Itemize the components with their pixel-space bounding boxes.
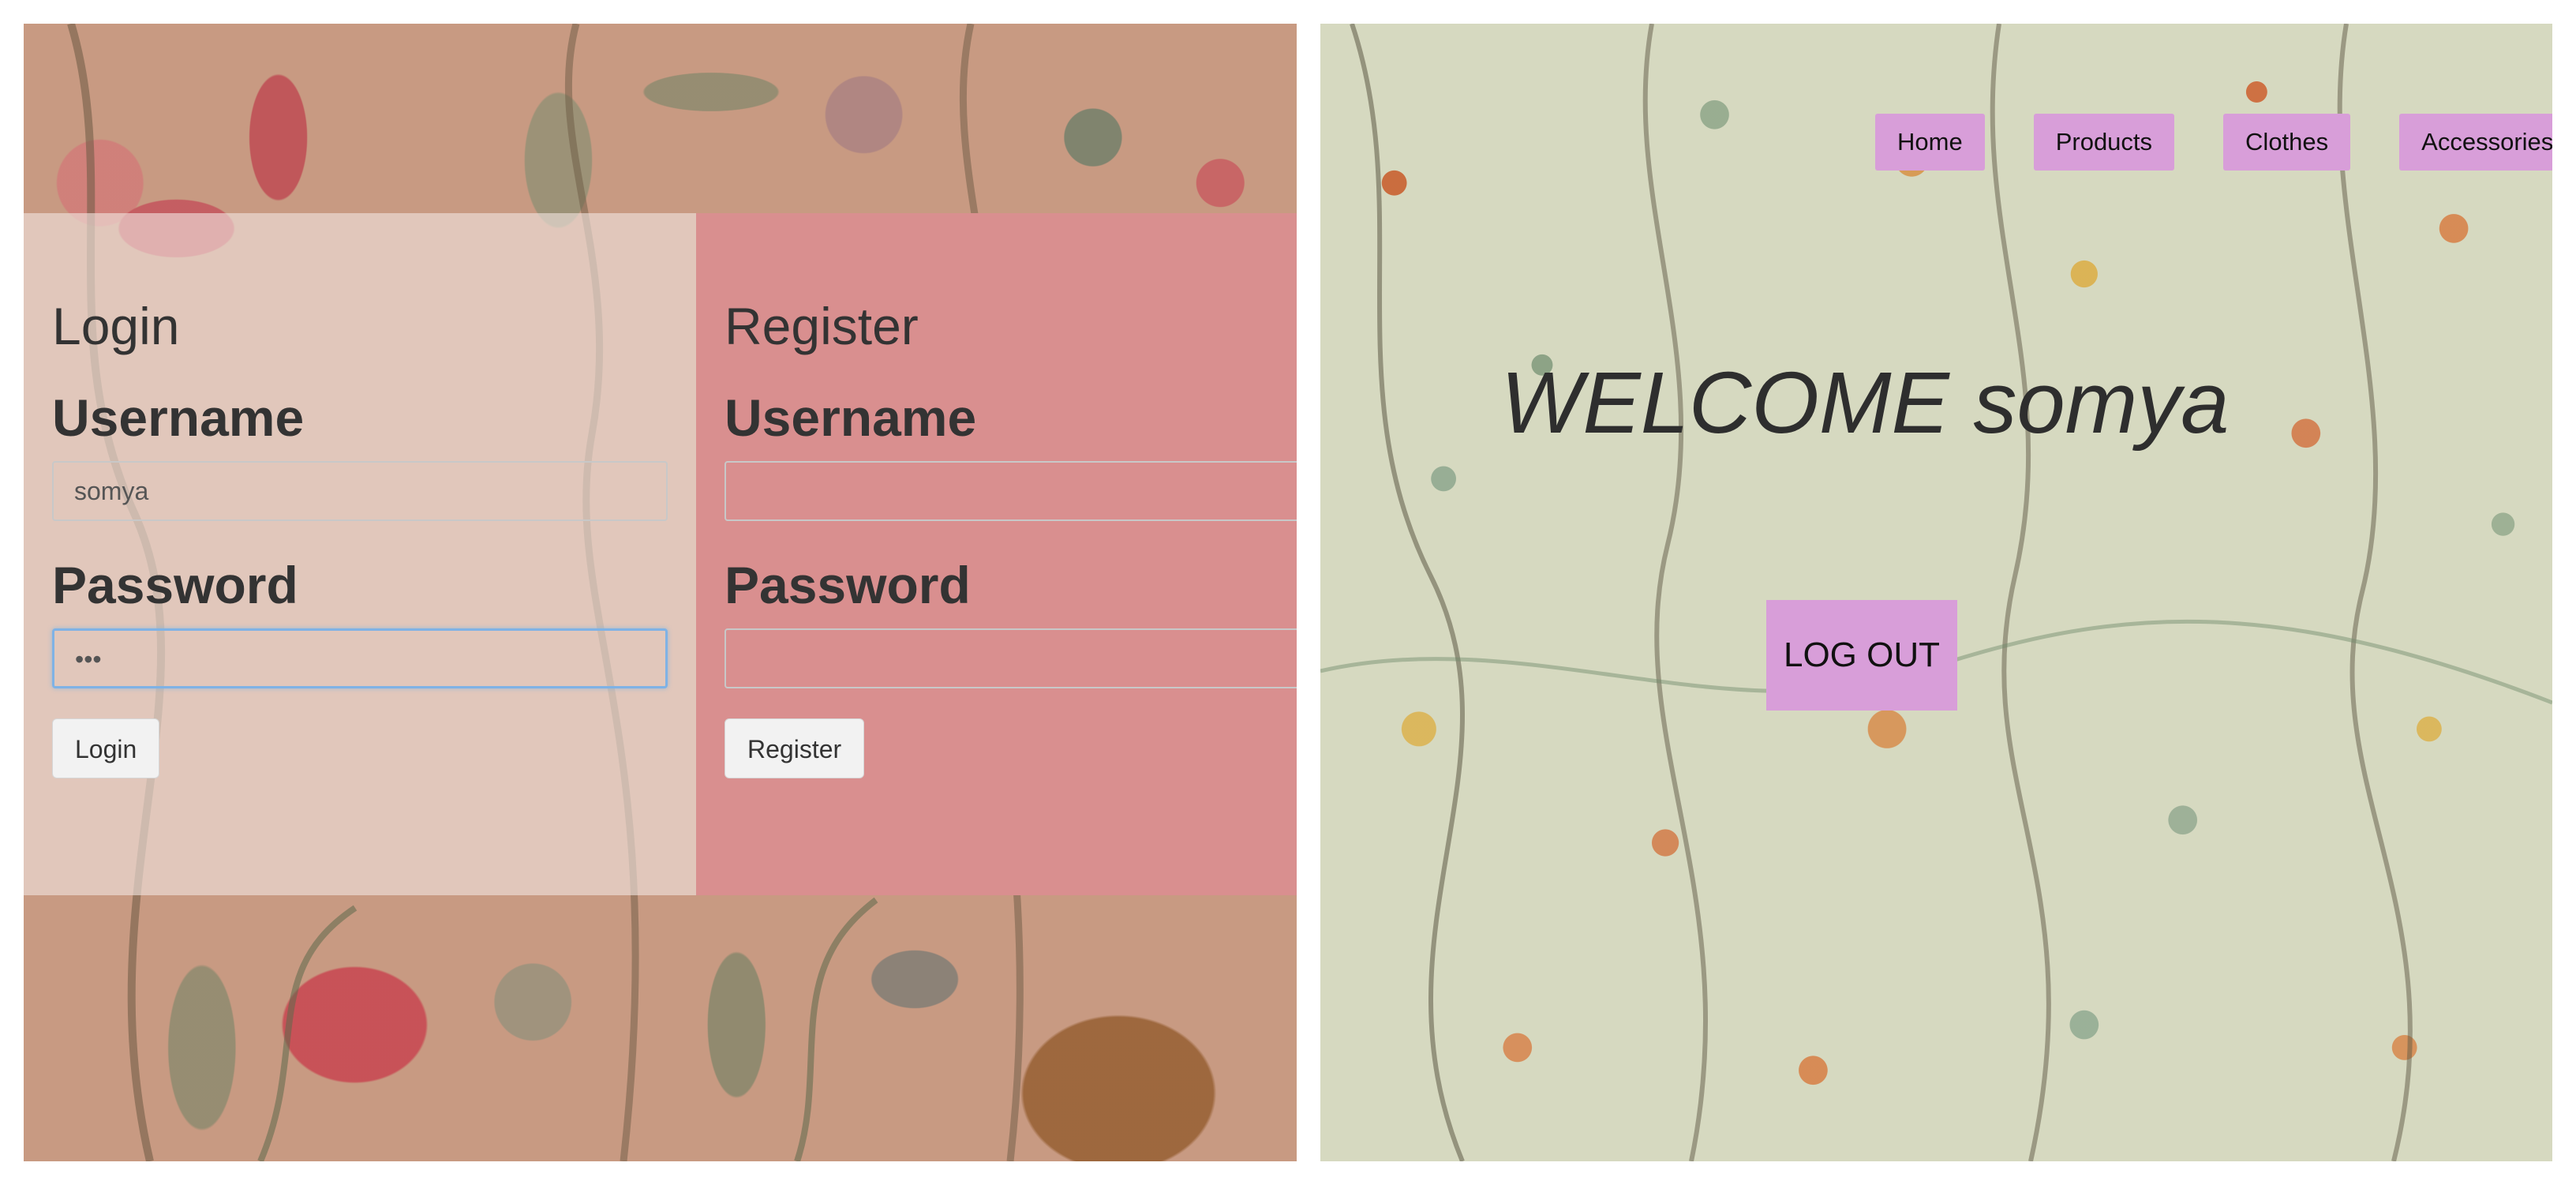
nav-accessories-button[interactable]: Accessories xyxy=(2399,114,2552,171)
vine-pattern xyxy=(1320,24,2552,1161)
nav-home-button[interactable]: Home xyxy=(1875,114,1985,171)
login-password-input[interactable]: ••• xyxy=(52,628,668,688)
top-nav: Home Products Clothes Accessories xyxy=(1875,114,2552,171)
login-button[interactable]: Login xyxy=(52,718,160,778)
register-button[interactable]: Register xyxy=(724,718,865,778)
login-panel: Login Username somya Password ••• Login xyxy=(24,213,696,895)
form-band: Login Username somya Password ••• Login … xyxy=(24,213,1297,895)
login-password-label: Password xyxy=(52,556,298,614)
login-register-page: Login Username somya Password ••• Login … xyxy=(24,24,1297,1161)
register-title: Register xyxy=(724,297,919,355)
register-password-label: Password xyxy=(724,556,971,614)
welcome-heading: WELCOME somya xyxy=(1500,354,2230,452)
login-title: Login xyxy=(52,297,180,355)
welcome-page: Home Products Clothes Accessories WELCOM… xyxy=(1320,24,2552,1161)
register-panel: Register Username Password Register xyxy=(696,213,1297,895)
login-username-label: Username xyxy=(52,388,305,447)
register-username-input[interactable] xyxy=(724,461,1297,521)
nav-clothes-button[interactable]: Clothes xyxy=(2223,114,2351,171)
register-password-input[interactable] xyxy=(724,628,1297,688)
nav-products-button[interactable]: Products xyxy=(2033,114,2175,171)
logout-button[interactable]: LOG OUT xyxy=(1766,600,1957,711)
login-username-input[interactable]: somya xyxy=(52,461,668,521)
register-username-label: Username xyxy=(724,388,977,447)
